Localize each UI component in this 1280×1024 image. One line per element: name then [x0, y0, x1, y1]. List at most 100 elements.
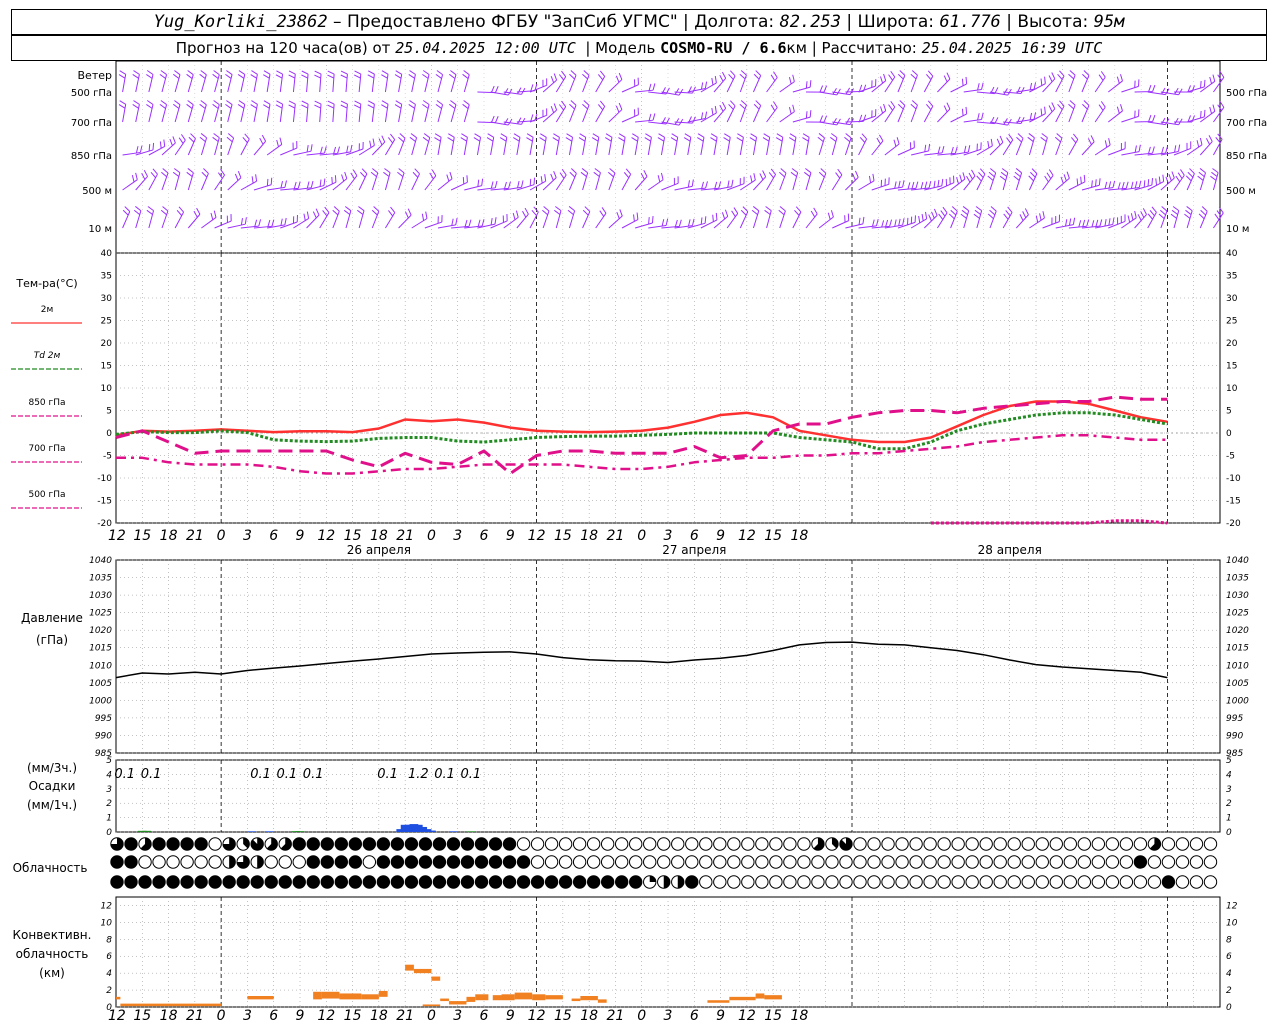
wind-barb-feather	[276, 70, 283, 75]
cloud-cover-symbol	[769, 855, 783, 869]
cloud-cover-symbol	[699, 855, 713, 869]
wind-barb-feather	[937, 179, 940, 187]
wind-barb-feather	[1051, 72, 1056, 80]
wind-barb-feather	[1121, 181, 1125, 189]
wind-barb-feather	[763, 133, 770, 138]
wind-barb-feather	[276, 100, 283, 105]
pres-ytick: 1035	[89, 574, 112, 584]
wind-barb-feather	[1068, 73, 1075, 80]
wind-barb-feather	[180, 134, 186, 141]
wind-barb-feather	[731, 210, 736, 217]
conv-ytick-right: 2	[1226, 986, 1232, 996]
wind-barb-feather	[237, 74, 245, 79]
hour-tick-label: 6	[690, 528, 699, 544]
wind-barb-feather	[1127, 215, 1131, 223]
cloud-cover-fill	[222, 875, 236, 889]
wind-barb-feather	[263, 70, 271, 75]
wind-barb-feather	[802, 133, 810, 138]
wind-barb-feather	[337, 146, 341, 154]
wind-barb-feather	[583, 70, 590, 76]
wind-barb-feather	[580, 171, 587, 177]
wind-barb-feather	[1024, 208, 1029, 215]
cloud-cover-fill	[433, 875, 446, 889]
wind-barb-feather	[845, 117, 851, 125]
wind-barb-feather	[805, 168, 812, 174]
wind-barb-feather	[776, 133, 784, 138]
temp-ytick-right: 40	[1226, 249, 1238, 259]
wind-barb-staff	[292, 74, 296, 93]
hour-tick-label-bottom: 3	[243, 1008, 252, 1024]
cloud-cover-symbol	[544, 855, 559, 869]
wind-barb-feather	[684, 133, 692, 138]
wind-barb-feather	[187, 100, 194, 106]
wind-barb-feather	[1063, 174, 1067, 182]
wind-barb-feather	[724, 209, 729, 217]
hour-tick-label-bottom: 0	[217, 1008, 226, 1024]
wind-barb-feather	[118, 104, 126, 109]
wind-barb-feather	[1080, 176, 1082, 184]
conv-cloud-bar	[571, 998, 581, 1002]
wind-barb-feather	[266, 178, 269, 186]
wind-barb-feather	[381, 70, 389, 75]
wind-barb-feather	[372, 138, 375, 146]
wind-barb-feather	[987, 175, 994, 181]
wind-barb-feather	[990, 138, 993, 146]
wind-barb-feather	[388, 210, 394, 217]
wind-barb-staff	[424, 221, 443, 229]
wind-barb-feather	[1116, 76, 1120, 84]
cloud-cover-symbol	[1049, 855, 1063, 869]
wind-barb-feather	[324, 206, 330, 213]
wind-barb-feather	[569, 73, 575, 80]
cloud-cover-symbol	[965, 855, 979, 869]
wind-barb-feather	[999, 135, 1004, 143]
wind-barb-feather	[894, 181, 897, 189]
wind-barb-feather	[859, 136, 866, 143]
pres-ytick-right: 990	[1226, 731, 1243, 741]
wind-barb-feather	[1112, 217, 1115, 225]
conv-cloud-bar	[440, 998, 449, 1002]
wind-barb-feather	[150, 172, 156, 179]
cloud-cover-fill	[152, 875, 166, 889]
wind-barb-feather	[119, 100, 126, 105]
wind-barb-feather	[201, 171, 208, 178]
wind-barb-feather	[711, 77, 714, 86]
wind-barb-staff	[621, 84, 639, 93]
wind-barb-feather	[977, 83, 980, 91]
wind-barb-feather	[597, 104, 604, 111]
cloud-cover-fill	[433, 855, 446, 869]
precip-bar	[295, 831, 305, 832]
wind-barb-staff	[1121, 115, 1139, 123]
wind-barb-staff	[1042, 108, 1056, 123]
wind-barb-feather	[1003, 88, 1008, 95]
cloud-cover-fill	[391, 837, 404, 851]
wind-barb-feather	[1016, 136, 1022, 143]
cloud-cover-symbol	[208, 855, 222, 869]
wind-barb-feather	[1184, 213, 1191, 219]
wind-barb-feather	[897, 73, 904, 80]
wind-barb-feather	[933, 208, 938, 216]
wind-barb-staff	[831, 174, 843, 191]
wind-barb-feather	[398, 136, 404, 143]
wind-barb-feather	[263, 100, 271, 105]
wind-barb-feather	[1057, 103, 1063, 110]
wind-barb-feather	[350, 144, 353, 152]
hour-tick-label: 15	[764, 528, 782, 544]
cloud-cover-symbol	[853, 837, 867, 851]
temp-legend-label: 850 гПа	[28, 398, 65, 408]
wind-barb-staff	[332, 74, 335, 93]
wind-barb-feather	[399, 133, 406, 139]
wind-barb-feather	[543, 206, 550, 212]
wind-barb-feather	[868, 175, 872, 183]
temp-ytick-right: -15	[1226, 497, 1241, 507]
wind-barb-feather	[792, 74, 795, 82]
wind-barb-feather	[976, 175, 982, 182]
wind-barb-feather	[522, 210, 527, 218]
wind-barb-feather	[1057, 73, 1063, 80]
wind-barb-staff	[1199, 80, 1216, 93]
wind-barb-feather	[792, 104, 795, 112]
wind-barb-feather	[340, 100, 348, 105]
wind-barb-feather	[397, 171, 404, 178]
cloud-cover-fill	[1134, 855, 1147, 869]
wind-barb-feather	[436, 70, 443, 75]
wind-barb-feather	[645, 133, 652, 138]
